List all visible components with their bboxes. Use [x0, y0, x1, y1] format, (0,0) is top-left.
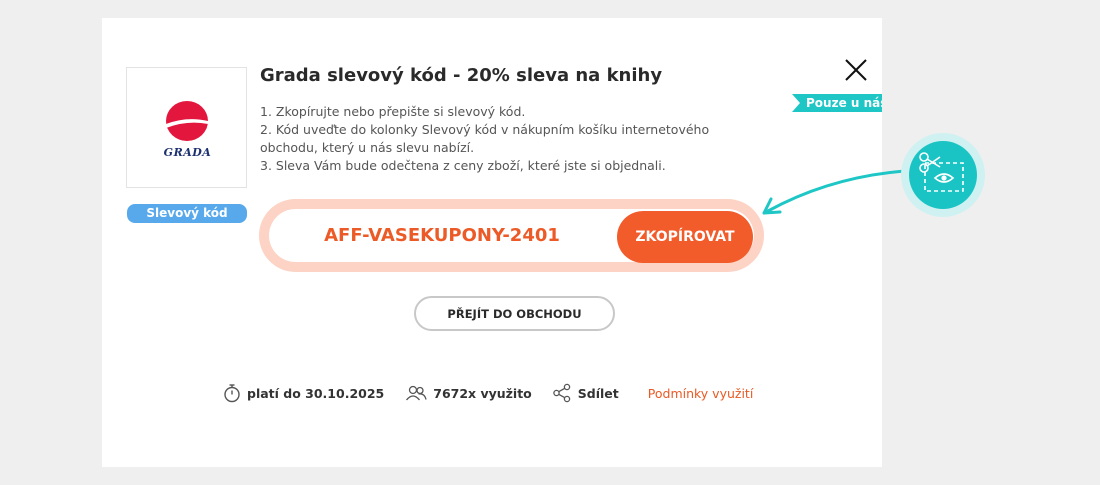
scissors-icon: [919, 152, 964, 192]
eye-icon: [933, 173, 955, 183]
reveal-code-bubble: [901, 133, 985, 217]
arrow-icon: [762, 169, 907, 215]
reveal-code-button[interactable]: [909, 141, 977, 209]
